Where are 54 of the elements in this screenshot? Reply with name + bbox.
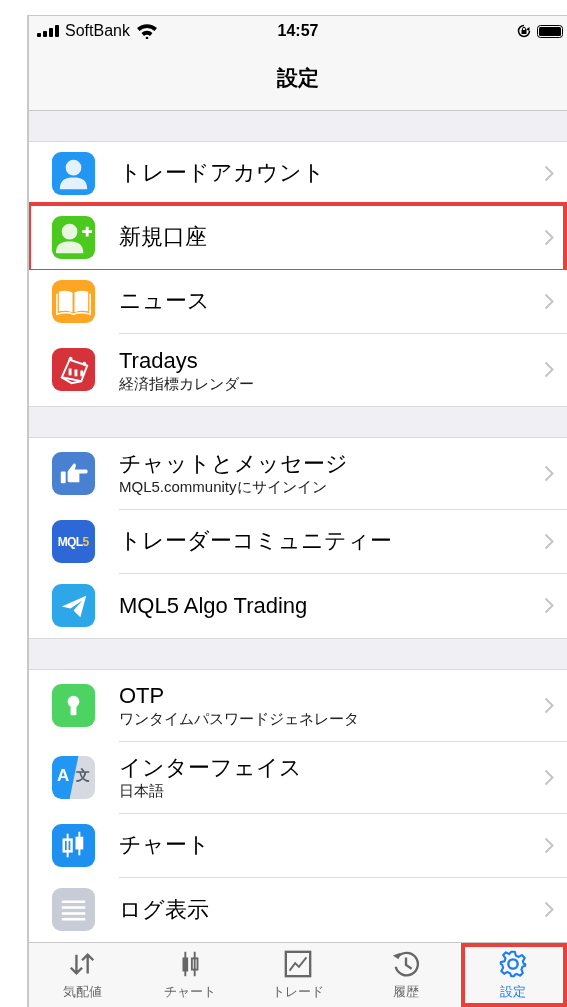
wifi-icon	[135, 23, 158, 39]
person-icon	[52, 152, 95, 196]
chevron-right-icon	[544, 768, 554, 786]
chevron-right-icon	[544, 228, 554, 246]
page-title: 設定	[277, 65, 319, 92]
tab-button[interactable]: 履歴	[351, 943, 460, 1007]
row-subtitle: 経済指標カレンダー	[119, 374, 255, 393]
settings-icon	[498, 949, 529, 980]
tab-button[interactable]: チャート	[136, 943, 245, 1007]
signal-icon	[37, 25, 59, 37]
chevron-right-icon	[544, 836, 554, 854]
row-subtitle: 日本語	[119, 782, 165, 801]
row-title: インターフェイス	[119, 754, 303, 783]
translate-icon: A 文	[52, 756, 95, 800]
carrier-name: SoftBank	[65, 21, 130, 41]
candlestick-icon	[52, 824, 95, 868]
chevron-right-icon	[544, 164, 554, 182]
settings-row[interactable]: ニュース	[29, 269, 567, 334]
calendar-icon	[52, 348, 95, 392]
paper-plane-icon	[52, 584, 95, 628]
rotation-lock-icon	[517, 24, 531, 38]
logo-icon: MQL5	[52, 520, 95, 564]
row-title: MQL5 Algo Trading	[119, 591, 309, 620]
list-lines-icon	[52, 888, 95, 932]
chevron-right-icon	[544, 464, 554, 482]
tab-button[interactable]: 設定	[459, 943, 567, 1007]
row-title: トレードアカウント	[119, 159, 326, 188]
chevron-right-icon	[544, 361, 554, 379]
row-title: チャットとメッセージ	[119, 450, 349, 479]
tab-button[interactable]: 気配値	[29, 943, 137, 1007]
row-title: トレーダーコミュニティー	[119, 527, 393, 556]
chevron-right-icon	[544, 597, 554, 615]
row-subtitle: ワンタイムパスワードジェネレータ	[119, 710, 360, 729]
row-title: Tradays	[119, 346, 199, 375]
pointing-hand-icon	[52, 452, 95, 496]
line-chart-icon	[283, 949, 313, 980]
chevron-right-icon	[544, 532, 554, 550]
row-title: ログ表示	[119, 895, 210, 924]
keyhole-icon	[52, 684, 95, 728]
row-title: ニュース	[119, 287, 211, 316]
book-icon	[52, 280, 95, 324]
clock-history-icon	[390, 949, 421, 980]
row-title: チャート	[119, 831, 211, 860]
row-subtitle: MQL5.communityにサインイン	[119, 478, 328, 497]
person-add-icon	[52, 216, 95, 260]
row-title: 新規口座	[119, 223, 208, 252]
chevron-right-icon	[544, 292, 554, 310]
tab-button[interactable]: トレード	[244, 943, 352, 1007]
chevron-right-icon	[544, 901, 554, 919]
settings-row[interactable]: 新規口座	[29, 205, 567, 270]
battery-icon	[537, 24, 563, 38]
clock-time: 14:57	[277, 22, 319, 39]
row-title: OTP	[119, 682, 166, 711]
chevron-right-icon	[544, 696, 554, 714]
